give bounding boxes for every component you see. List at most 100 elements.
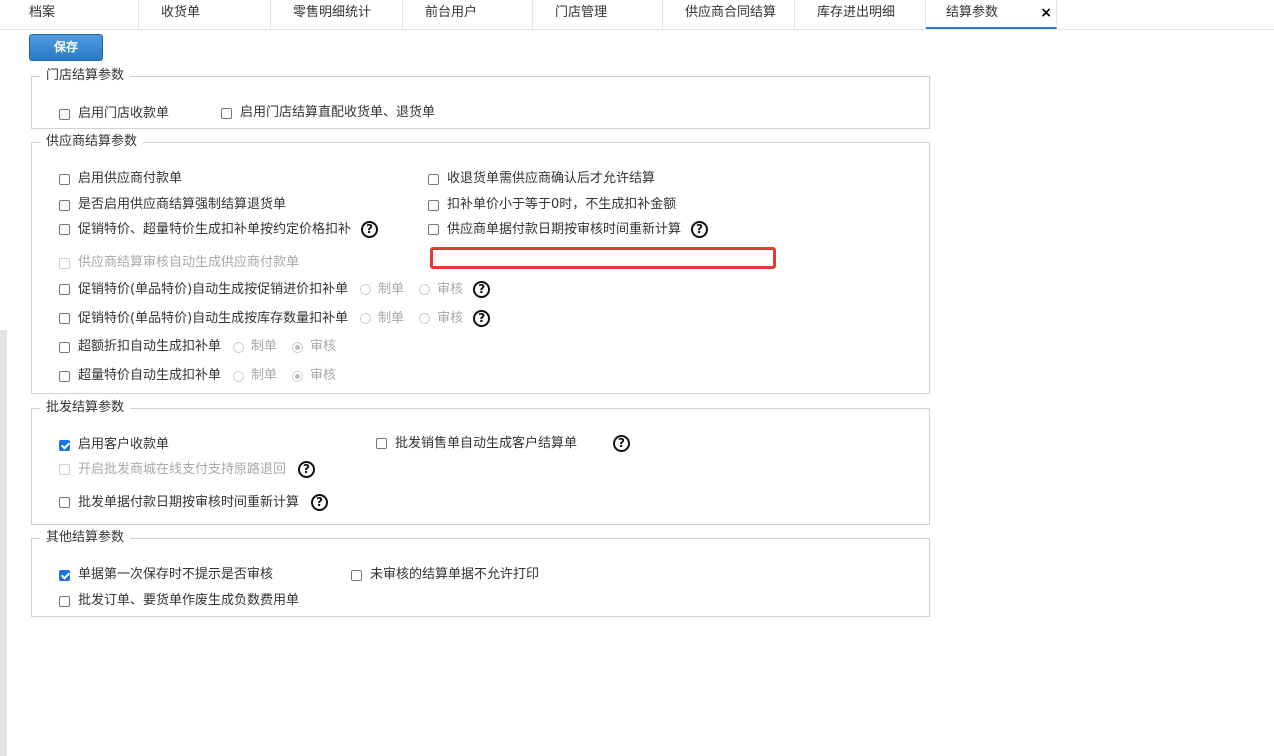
- help-icon[interactable]: ?: [311, 494, 329, 511]
- radio-audit: [292, 370, 304, 382]
- tab-label: 零售明细统计: [293, 5, 372, 20]
- checkbox[interactable]: [59, 569, 70, 581]
- checkbox[interactable]: [376, 438, 387, 449]
- group-title: 批发结算参数: [40, 400, 131, 416]
- checkbox[interactable]: [59, 108, 70, 120]
- radio-label: 制单: [378, 310, 405, 326]
- tab-label: 前台用户: [425, 5, 478, 20]
- option-label: 促销特价、超量特价生成扣补单按约定价格扣补: [78, 221, 352, 237]
- tab-store-management[interactable]: 门店管理: [533, 0, 663, 29]
- help-icon[interactable]: ?: [298, 461, 316, 478]
- checkbox[interactable]: [59, 173, 70, 185]
- option-supplier-confirm-required[interactable]: 收退货单需供应商确认后才允许结算: [428, 171, 655, 187]
- checkbox[interactable]: [59, 439, 70, 451]
- close-icon[interactable]: ×: [1040, 0, 1052, 26]
- option-label: 批发销售单自动生成客户结算单: [395, 435, 578, 451]
- tab-label: 收货单: [161, 5, 201, 20]
- option-auto-customer-settlement[interactable]: 批发销售单自动生成客户结算单 ?: [376, 435, 631, 452]
- radio-label: 制单: [251, 368, 278, 383]
- group-title: 门店结算参数: [40, 68, 131, 84]
- option-label: 供应商结算审核自动生成供应商付款单: [78, 255, 300, 270]
- group-title: 供应商结算参数: [40, 134, 144, 150]
- tab-label: 供应商合同结算: [685, 5, 777, 20]
- left-scroll-strip: [0, 330, 7, 756]
- checkbox[interactable]: [59, 341, 70, 353]
- option-label: 是否启用供应商结算强制结算退货单: [78, 197, 287, 212]
- option-label: 批发订单、要货单作废生成负数费用单: [78, 593, 300, 608]
- option-customer-receipt[interactable]: 启用客户收款单: [59, 437, 169, 453]
- help-icon[interactable]: ?: [361, 221, 379, 238]
- tab-bar: 档案 收货单 零售明细统计 前台用户 门店管理 供应商合同结算 库存进出明细 结…: [0, 0, 1274, 30]
- tab-label: 库存进出明细: [817, 5, 896, 20]
- tab-settlement-params[interactable]: 结算参数 ×: [926, 0, 1057, 29]
- option-wholesale-recalc-date[interactable]: 批发单据付款日期按审核时间重新计算 ?: [59, 494, 329, 511]
- tab-inventory-detail[interactable]: 库存进出明细: [795, 0, 926, 29]
- radio-label: 制单: [251, 339, 278, 354]
- option-enable-supplier-payment[interactable]: 启用供应商付款单: [59, 171, 182, 187]
- option-label: 收退货单需供应商确认后才允许结算: [447, 171, 656, 186]
- store-settlement-group: 门店结算参数 启用门店收款单 启用门店结算直配收货单、退货单: [31, 68, 930, 129]
- help-icon[interactable]: ?: [691, 221, 709, 238]
- option-no-print-unaudited[interactable]: 未审核的结算单据不允许打印: [351, 567, 539, 583]
- checkbox[interactable]: [59, 199, 70, 211]
- option-store-direct-delivery[interactable]: 启用门店结算直配收货单、退货单: [221, 105, 435, 121]
- option-promo-single-purchase[interactable]: 促销特价(单品特价)自动生成按促销进价扣补单 制单 审核 ?: [59, 281, 491, 298]
- tab-retail-stats[interactable]: 零售明细统计: [271, 0, 403, 29]
- tab-label: 档案: [29, 5, 56, 20]
- option-label: 启用客户收款单: [78, 437, 170, 452]
- wholesale-settlement-group: 批发结算参数 启用客户收款单 批发销售单自动生成客户结算单 ? 开启批发商城在线…: [31, 400, 930, 525]
- option-no-prompt-audit[interactable]: 单据第一次保存时不提示是否审核: [59, 567, 273, 583]
- option-promo-single-stock[interactable]: 促销特价(单品特价)自动生成按库存数量扣补单 制单 审核 ?: [59, 310, 491, 327]
- checkbox[interactable]: [59, 284, 70, 295]
- option-label: 启用门店结算直配收货单、退货单: [240, 105, 436, 120]
- option-force-settle-return[interactable]: 是否启用供应商结算强制结算退货单: [59, 197, 286, 213]
- option-label: 未审核的结算单据不允许打印: [370, 567, 540, 582]
- help-icon[interactable]: ?: [473, 281, 491, 298]
- tab-front-users[interactable]: 前台用户: [403, 0, 533, 29]
- tab-supplier-contract-settlement[interactable]: 供应商合同结算: [663, 0, 795, 29]
- tab-receipt[interactable]: 收货单: [139, 0, 271, 29]
- help-icon[interactable]: ?: [613, 435, 631, 452]
- option-promo-contract-price[interactable]: 促销特价、超量特价生成扣补单按约定价格扣补 ?: [59, 221, 379, 238]
- radio-label: 制单: [378, 281, 405, 297]
- checkbox[interactable]: [428, 173, 439, 185]
- checkbox[interactable]: [59, 497, 70, 508]
- option-no-compensation-zero-price[interactable]: 扣补单价小于等于0时，不生成扣补金额: [428, 197, 676, 213]
- tab-archive[interactable]: 档案: [0, 0, 139, 29]
- radio-audit: [419, 313, 431, 324]
- group-title: 其他结算参数: [40, 530, 131, 546]
- checkbox: [59, 464, 70, 475]
- option-label: 促销特价(单品特价)自动生成按促销进价扣补单: [78, 281, 349, 297]
- option-label: 单据第一次保存时不提示是否审核: [78, 567, 274, 582]
- radio-draft: [233, 370, 245, 382]
- tab-label: 门店管理: [555, 5, 608, 20]
- radio-label: 审核: [437, 310, 464, 326]
- checkbox[interactable]: [428, 199, 439, 211]
- option-label: 供应商单据付款日期按审核时间重新计算: [447, 221, 682, 237]
- radio-draft: [360, 313, 372, 324]
- checkbox[interactable]: [221, 107, 232, 119]
- radio-draft: [233, 341, 245, 353]
- option-supplier-recalc-date[interactable]: 供应商单据付款日期按审核时间重新计算 ?: [428, 221, 709, 238]
- radio-label: 审核: [310, 339, 337, 354]
- help-icon[interactable]: ?: [473, 310, 491, 327]
- radio-audit: [419, 284, 431, 295]
- option-label: 超量特价自动生成扣补单: [78, 368, 222, 383]
- checkbox[interactable]: [59, 370, 70, 382]
- save-button[interactable]: 保存: [29, 34, 103, 61]
- option-store-receipt[interactable]: 启用门店收款单: [59, 106, 169, 122]
- radio-audit: [292, 341, 304, 353]
- checkbox[interactable]: [428, 224, 439, 235]
- checkbox[interactable]: [59, 313, 70, 324]
- checkbox[interactable]: [59, 224, 70, 235]
- option-excess-discount[interactable]: 超额折扣自动生成扣补单 制单 审核: [59, 339, 351, 355]
- radio-label: 审核: [310, 368, 337, 383]
- highlight-box: [430, 247, 776, 269]
- checkbox[interactable]: [351, 569, 362, 581]
- tab-label: 结算参数: [946, 5, 999, 20]
- option-void-negative-fee[interactable]: 批发订单、要货单作废生成负数费用单: [59, 593, 299, 609]
- option-label: 促销特价(单品特价)自动生成按库存数量扣补单: [78, 310, 349, 326]
- checkbox[interactable]: [59, 595, 70, 607]
- option-excess-special-price[interactable]: 超量特价自动生成扣补单 制单 审核: [59, 368, 351, 384]
- option-label: 启用门店收款单: [78, 106, 170, 121]
